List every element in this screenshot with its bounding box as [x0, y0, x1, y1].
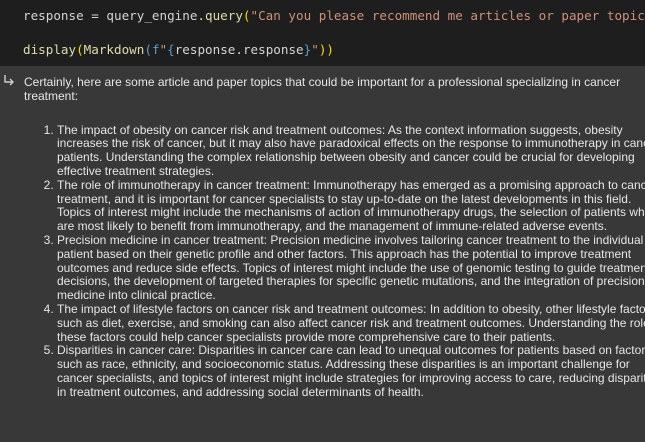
code-line-1[interactable]: response = query_engine.query("Can you p… — [23, 8, 645, 24]
list-item: The impact of lifestyle factors on cance… — [57, 302, 645, 344]
code-var-response: response — [23, 8, 84, 23]
output-intro: Certainly, here are some article and pap… — [24, 75, 621, 103]
output-arrow-icon-svg — [4, 75, 14, 86]
output-arrow-icon[interactable] — [2, 73, 16, 89]
list-item: The impact of obesity on cancer risk and… — [57, 123, 645, 179]
code-paren: ( — [242, 8, 251, 23]
code-function-markdown: Markdown — [83, 42, 145, 57]
code-function-display: display — [23, 42, 77, 57]
code-cell[interactable]: response = query_engine.query("Can you p… — [0, 0, 645, 66]
list-item: The role of immunotherapy in cancer trea… — [57, 178, 645, 234]
code-line-2[interactable]: display(Markdown(f"{response.response}")… — [23, 42, 334, 58]
code-fstring-prefix: f — [151, 42, 160, 57]
notebook-frame: response = query_engine.query("Can you p… — [0, 0, 645, 442]
code-string-quote-open: " — [159, 42, 168, 57]
list-item: Disparities in cancer care: Disparities … — [57, 343, 645, 399]
code-paren-inner: ( — [144, 42, 152, 57]
code-brace-open: { — [167, 42, 175, 57]
list-item: Precision medicine in cancer treatment: … — [57, 233, 645, 303]
code-string-prompt: "Can you please recommend me articles or… — [250, 8, 645, 23]
code-string-quote-close: " — [311, 42, 319, 57]
code-operator: = — [83, 8, 107, 23]
code-function-query: query — [205, 8, 243, 23]
topics-list: The impact of obesity on cancer risk and… — [24, 123, 645, 400]
code-paren: ( — [76, 42, 84, 57]
code-object: query_engine. — [106, 8, 205, 23]
output-area: Certainly, here are some article and pap… — [0, 66, 645, 442]
code-paren-close: )) — [318, 42, 334, 57]
markdown-output: Certainly, here are some article and pap… — [24, 75, 645, 400]
code-expression: response.response — [174, 42, 304, 57]
